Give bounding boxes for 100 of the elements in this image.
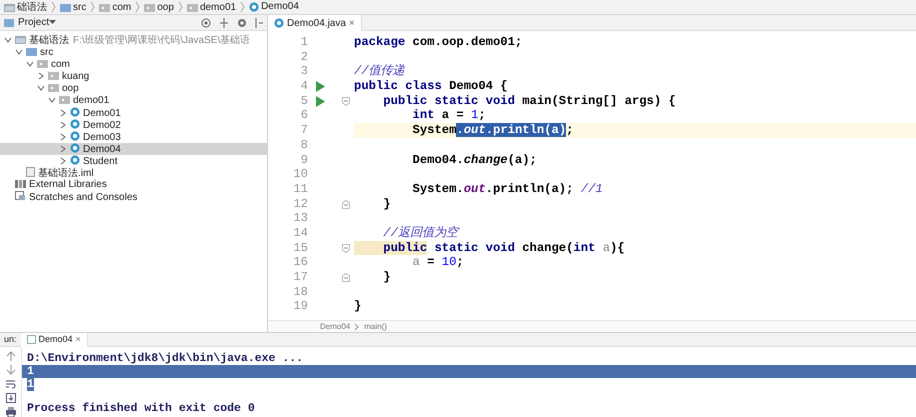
close-icon[interactable]: ×: [76, 333, 81, 346]
tree-item[interactable]: Demo04: [0, 143, 267, 155]
line-number: 11: [292, 182, 309, 197]
line-number: 9: [300, 152, 309, 168]
chevron-icon: [135, 1, 140, 13]
console-icon: [26, 335, 36, 344]
package-icon: [59, 95, 70, 104]
chevron-icon: [51, 1, 56, 13]
tree-item[interactable]: 基础语法 F:\班级管理\网课班\代码\JavaSE\基础语: [0, 35, 267, 47]
up-arrow-icon[interactable]: [6, 351, 16, 361]
line-number: 14: [292, 226, 309, 241]
editor-tab[interactable]: Demo04.java ×: [268, 15, 362, 31]
line-number: 4: [300, 79, 309, 94]
breadcrumb-item[interactable]: Demo04: [316, 321, 354, 332]
tree-item[interactable]: External Libraries: [0, 179, 267, 191]
run-icon[interactable]: [316, 96, 325, 107]
breadcrumb-item[interactable]: main(): [360, 321, 391, 332]
line-number: 13: [292, 211, 309, 226]
package-icon: [48, 83, 59, 92]
tree-item[interactable]: Demo01: [0, 107, 267, 119]
chevron-icon: [90, 1, 96, 13]
module-icon: [15, 35, 26, 44]
file-icon: [26, 167, 35, 177]
tree-item[interactable]: 基础语法.iml: [0, 167, 267, 179]
chevron-icon: [240, 1, 246, 13]
chevron-icon: [178, 1, 183, 13]
tree-item[interactable]: Demo03: [0, 131, 267, 143]
tree-item[interactable]: src: [0, 47, 267, 59]
project-icon: [4, 18, 14, 27]
line-number: 2: [300, 50, 309, 64]
caret-icon: [49, 20, 56, 25]
folder-icon: [26, 47, 37, 56]
target-icon: [201, 18, 211, 28]
line-number: 6: [300, 108, 309, 124]
tree-item[interactable]: kuang: [0, 71, 267, 83]
close-icon[interactable]: ×: [348, 16, 355, 30]
run-tab[interactable]: Demo04 ×: [20, 332, 88, 346]
line-number: 10: [292, 167, 309, 182]
scroll-end-icon[interactable]: [6, 393, 16, 403]
line-number: 18: [292, 284, 309, 300]
line-number: 17: [292, 270, 309, 285]
folder-icon: [60, 3, 71, 12]
code-line: //返回值为空: [382, 226, 460, 241]
tree-item[interactable]: Demo02: [0, 119, 267, 131]
fold-icon[interactable]: [342, 244, 350, 253]
module-icon: [4, 3, 15, 12]
fold-icon[interactable]: [342, 96, 350, 106]
package-icon: [48, 71, 59, 80]
tab-label: Demo04: [38, 333, 73, 346]
line-number: 8: [300, 138, 309, 152]
run-label: un:: [3, 333, 18, 346]
wrap-icon[interactable]: [6, 379, 16, 389]
tree-item[interactable]: oop: [0, 83, 267, 95]
code-line: package com.oop.demo01;: [354, 35, 524, 50]
project-title[interactable]: Project: [18, 15, 50, 30]
tab-label: Demo04.java: [287, 16, 346, 30]
class-icon: [274, 18, 284, 28]
tree-item[interactable]: com: [0, 59, 267, 71]
line-number: 7: [300, 123, 309, 138]
code-line: //值传递: [354, 64, 406, 80]
line-number: 12: [292, 196, 309, 212]
code-line: }: [382, 196, 392, 212]
line-number: 3: [300, 64, 309, 80]
tree-item[interactable]: Scratches and Consoles: [0, 191, 267, 203]
code-line: }: [382, 270, 392, 285]
chevron-icon: [354, 322, 360, 330]
code-line: public static void change(int a){: [354, 240, 916, 256]
path-text: F:\班级管理\网课班\代码\JavaSE\基础语: [73, 35, 250, 46]
code-line: int a = 1;: [412, 108, 487, 124]
line-number: 5: [300, 94, 309, 108]
tree-item[interactable]: Student: [0, 155, 267, 167]
code-line: public static void main(String[] args) {: [382, 94, 677, 108]
print-icon[interactable]: [6, 407, 16, 417]
breadcrumb-item[interactable]: src: [56, 0, 90, 14]
fold-icon[interactable]: [342, 273, 350, 282]
package-icon: [37, 59, 48, 68]
breadcrumb-item[interactable]: Demo04: [245, 0, 303, 14]
down-arrow-icon[interactable]: [6, 365, 16, 375]
code-line: a = 10;: [412, 255, 465, 270]
package-icon: [144, 3, 156, 12]
settings-icon: [237, 18, 247, 28]
tree-item[interactable]: demo01: [0, 95, 267, 107]
package-icon: [99, 3, 110, 12]
fold-icon[interactable]: [342, 200, 350, 209]
package-icon: [186, 3, 198, 12]
code-line: System.out.println(a); //1: [412, 182, 604, 197]
console-line: D:\Environment\jdk8\jdk\bin\java.exe ...: [26, 352, 304, 365]
breadcrumb-item[interactable]: oop: [140, 0, 178, 14]
code-line: Demo04.change(a);: [412, 152, 538, 168]
console-line: Process finished with exit code 0: [26, 402, 256, 415]
line-number: 1: [300, 35, 309, 50]
library-icon: [15, 179, 26, 188]
run-icon[interactable]: [316, 80, 325, 92]
scratch-icon: [15, 191, 26, 201]
code-line: public class Demo04 {: [354, 79, 509, 94]
breadcrumb-item[interactable]: 础语法: [0, 0, 51, 14]
line-number: 19: [292, 299, 309, 314]
breadcrumb-item[interactable]: demo01: [182, 0, 240, 14]
class-icon: [249, 2, 260, 12]
breadcrumb-item[interactable]: com: [95, 0, 136, 14]
